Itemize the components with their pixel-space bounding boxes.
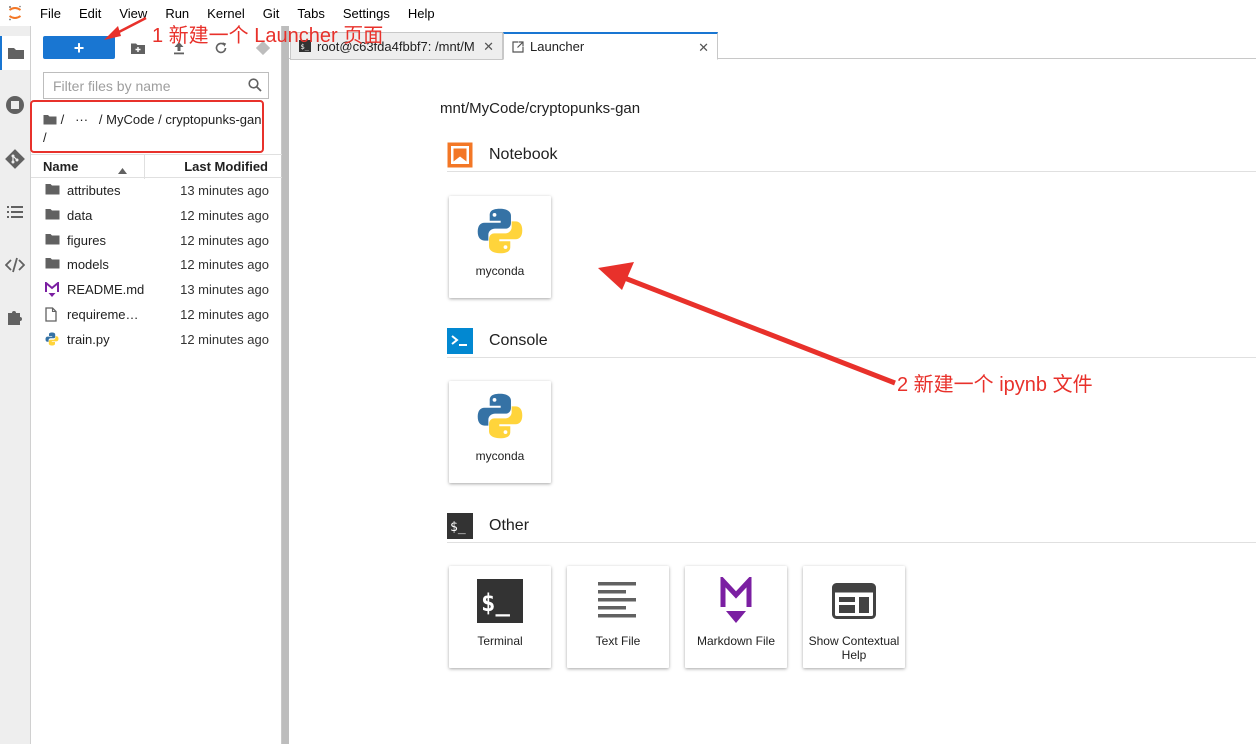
close-icon[interactable]: ✕ (698, 40, 709, 56)
launcher-icon (512, 40, 524, 53)
markdown-file-card[interactable]: Markdown File (685, 566, 787, 668)
python-icon (45, 332, 61, 346)
file-row-readme[interactable]: README.md 13 minutes ago (31, 277, 282, 302)
file-row-attributes[interactable]: attributes 13 minutes ago (31, 178, 282, 203)
plus-icon: + (73, 37, 85, 58)
annotation-step-1: 1 新建一个 Launcher 页面 (152, 25, 384, 47)
extension-icon[interactable] (0, 300, 30, 334)
markdown-icon (685, 576, 787, 626)
close-icon[interactable]: ✕ (483, 39, 494, 55)
notebook-myconda-card[interactable]: myconda (449, 196, 551, 298)
console-section-header: Console (447, 324, 1256, 358)
tab-label: Launcher (530, 39, 585, 54)
filter-files-field[interactable] (43, 72, 269, 99)
console-icon (447, 328, 473, 354)
file-row-train-py[interactable]: train.py 12 minutes ago (31, 327, 282, 352)
file-modified: 12 minutes ago (180, 232, 269, 248)
file-list: attributes 13 minutes ago data 12 minute… (31, 178, 282, 352)
folder-icon (45, 233, 61, 247)
file-name: attributes (67, 183, 121, 198)
left-sidebar-tabs (0, 26, 31, 744)
python-icon (449, 206, 551, 256)
panel-splitter[interactable] (282, 26, 289, 744)
terminal-icon: $_ (447, 513, 473, 539)
card-label: Show Contextual Help (808, 634, 900, 662)
launcher-cwd: mnt/MyCode/cryptopunks-gan (440, 100, 641, 117)
section-title: Console (489, 332, 548, 349)
file-modified: 12 minutes ago (180, 207, 269, 223)
card-label: myconda (475, 264, 525, 278)
contextual-help-icon (803, 576, 905, 626)
svg-text:$_: $_ (450, 520, 466, 535)
markdown-icon (45, 281, 61, 298)
console-myconda-card[interactable]: myconda (449, 381, 551, 483)
main-tab-bar: $_ root@c63fda4fbbf7: /mnt/M ✕ Launcher … (289, 26, 1256, 66)
text-file-card[interactable]: Text File (567, 566, 669, 668)
file-modified: 13 minutes ago (180, 282, 269, 298)
contextual-help-card[interactable]: Show Contextual Help (803, 566, 905, 668)
filter-files-input[interactable] (53, 77, 243, 94)
notebook-section-header: Notebook (447, 138, 1256, 172)
menu-edit[interactable]: Edit (79, 6, 101, 21)
file-name: README.md (67, 282, 145, 298)
file-name: models (67, 257, 109, 273)
file-row-requirements[interactable]: requireme… 12 minutes ago (31, 302, 282, 327)
code-icon[interactable] (0, 248, 30, 282)
notebook-icon (447, 142, 473, 168)
card-label: Terminal (477, 634, 523, 648)
menu-file[interactable]: File (40, 6, 61, 21)
jupyter-logo-icon (0, 0, 30, 26)
card-label: Text File (595, 634, 641, 648)
search-icon (248, 78, 262, 95)
launcher-panel: mnt/MyCode/cryptopunks-gan Notebook myco… (289, 66, 1256, 744)
new-folder-icon (131, 43, 145, 54)
text-file-icon (567, 576, 669, 626)
python-icon (449, 391, 551, 441)
terminal-card[interactable]: $_ Terminal (449, 566, 551, 668)
column-last-modified-header[interactable]: Last Modified (184, 159, 268, 174)
folder-icon (45, 208, 61, 222)
tab-launcher[interactable]: Launcher ✕ (503, 32, 718, 60)
breadcrumb-highlight-box (30, 100, 264, 153)
file-row-data[interactable]: data 12 minutes ago (31, 203, 282, 228)
file-row-models[interactable]: models 12 minutes ago (31, 252, 282, 277)
card-label: myconda (475, 449, 525, 463)
annotation-step-2: 2 新建一个 ipynb 文件 (897, 374, 1093, 396)
folder-icon[interactable] (0, 36, 30, 70)
file-name: train.py (67, 331, 110, 347)
toc-icon[interactable] (0, 195, 30, 229)
folder-icon (45, 257, 61, 271)
file-name: data (67, 207, 93, 223)
file-icon (45, 307, 61, 322)
column-divider (144, 155, 145, 179)
other-section-header: $_ Other (447, 509, 1256, 543)
new-folder-button[interactable] (127, 38, 149, 58)
folder-icon (45, 183, 61, 197)
sort-ascending-icon (118, 162, 127, 177)
file-name: requireme… (67, 306, 139, 322)
svg-text:$_: $_ (481, 589, 510, 617)
file-modified: 12 minutes ago (180, 306, 269, 322)
card-label: Markdown File (696, 634, 776, 648)
running-icon[interactable] (0, 88, 30, 122)
file-list-header: Name Last Modified (31, 154, 282, 179)
section-title: Notebook (489, 146, 558, 163)
column-name-header[interactable]: Name (43, 159, 78, 174)
file-row-figures[interactable]: figures 12 minutes ago (31, 228, 282, 253)
file-modified: 13 minutes ago (180, 183, 269, 198)
section-title: Other (489, 517, 530, 534)
file-name: figures (67, 232, 107, 248)
file-modified: 12 minutes ago (180, 257, 269, 273)
menu-help[interactable]: Help (408, 6, 435, 21)
terminal-icon: $_ (449, 576, 551, 626)
menu-view[interactable]: View (119, 6, 147, 21)
file-modified: 12 minutes ago (180, 331, 269, 347)
new-launcher-button[interactable]: + (43, 36, 115, 59)
git-icon[interactable] (0, 142, 30, 176)
